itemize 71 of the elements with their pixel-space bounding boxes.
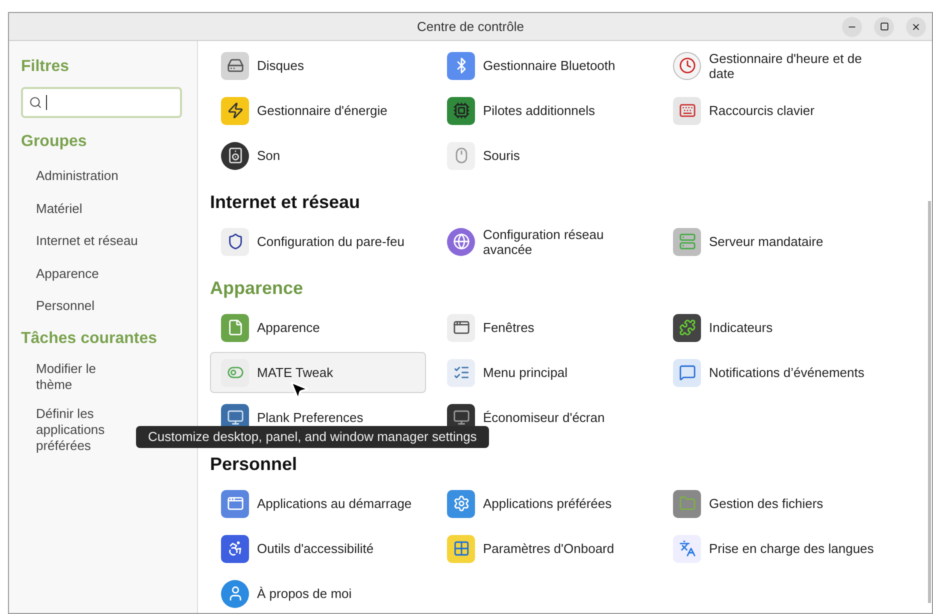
- shield-icon: [221, 228, 249, 256]
- applet-label[interactable]: Raccourcis clavier: [709, 103, 814, 118]
- applet-label[interactable]: Applications au démarrage: [257, 496, 412, 511]
- text-cursor: [46, 95, 47, 110]
- gear-icon: [447, 490, 475, 518]
- window-title: Centre de contrôle: [417, 18, 524, 36]
- section-heading: Personnel: [210, 453, 298, 476]
- chip-icon: [447, 96, 475, 124]
- applet-label[interactable]: Gestionnaire d'heure et de date: [709, 50, 877, 80]
- keys-icon: [447, 534, 475, 562]
- puzzle-icon: [673, 314, 701, 342]
- section-heading: Apparence: [210, 277, 304, 300]
- folder-icon: [673, 490, 701, 518]
- applet-label[interactable]: Gestionnaire Bluetooth: [483, 58, 616, 73]
- applet-label[interactable]: Gestion des fichiers: [709, 496, 824, 511]
- applet-label[interactable]: MATE Tweak: [257, 365, 334, 380]
- maximize-icon: [880, 22, 888, 31]
- applet-label[interactable]: Configuration du pare-feu: [257, 234, 404, 249]
- group-link[interactable]: Internet et réseau: [36, 225, 185, 258]
- applet-label[interactable]: Menu principal: [483, 365, 568, 380]
- mouse-icon: [447, 142, 475, 170]
- server-icon: [673, 228, 701, 256]
- applet-label[interactable]: Apparence: [257, 320, 320, 335]
- applet-label[interactable]: Souris: [483, 148, 520, 163]
- close-icon: [911, 22, 921, 32]
- applet-label[interactable]: Fenêtres: [483, 320, 534, 335]
- speaker-icon: [221, 142, 249, 170]
- toggle-icon: [221, 358, 249, 386]
- applet-label[interactable]: Notifications d’événements: [709, 365, 864, 380]
- window-icon: [221, 490, 249, 518]
- task-link[interactable]: Définir les applications préférées: [36, 406, 126, 454]
- applet-label[interactable]: Applications préférées: [483, 496, 612, 511]
- group-link[interactable]: Personnel: [36, 290, 185, 322]
- search-icon: [29, 96, 42, 109]
- windows-icon: [447, 314, 475, 342]
- user-icon: [221, 580, 249, 608]
- applet-launcher[interactable]: MATE Tweak: [210, 352, 426, 393]
- applet-label[interactable]: Économiseur d'écran: [483, 410, 605, 425]
- notification-icon: [673, 358, 701, 386]
- lightning-icon: [221, 96, 249, 124]
- page-icon: [221, 314, 249, 342]
- task-link[interactable]: Modifier le thème: [36, 360, 126, 392]
- tooltip: Customize desktop, panel, and window manager settings: [136, 426, 489, 448]
- applet-label[interactable]: Gestionnaire d'énergie: [257, 103, 388, 118]
- applet-label[interactable]: Prise en charge des langues: [709, 541, 874, 556]
- group-link[interactable]: Apparence: [36, 258, 185, 290]
- bluetooth-icon: [447, 52, 475, 80]
- applet-label[interactable]: Plank Preferences: [257, 410, 364, 425]
- applet-label[interactable]: Pilotes additionnels: [483, 103, 596, 118]
- keyboard-icon: [673, 96, 701, 124]
- sidebar-heading: Groupes: [21, 132, 88, 152]
- sidebar-heading: Filtres: [21, 57, 70, 77]
- language-icon: [673, 534, 701, 562]
- group-link[interactable]: Administration: [36, 160, 185, 192]
- clock-icon: [673, 52, 701, 80]
- applet-label[interactable]: Indicateurs: [709, 320, 773, 335]
- applet-label[interactable]: Son: [257, 148, 280, 163]
- applet-label[interactable]: Outils d'accessibilité: [257, 541, 374, 556]
- maximize-button[interactable]: [874, 16, 894, 36]
- section-heading: Internet et réseau: [210, 191, 362, 214]
- applet-label[interactable]: À propos de moi: [257, 586, 352, 601]
- applet-label[interactable]: Paramètres d'Onboard: [483, 541, 614, 556]
- globe-icon: [447, 228, 475, 256]
- applet-label[interactable]: Serveur mandataire: [709, 234, 824, 249]
- applet-label[interactable]: Disques: [257, 58, 304, 73]
- sidebar-heading: Tâches courantes: [21, 328, 158, 348]
- applet-label[interactable]: Configuration réseau avancée: [483, 226, 651, 256]
- search-field[interactable]: [21, 87, 182, 118]
- group-link[interactable]: Matériel: [36, 192, 185, 225]
- close-button[interactable]: [906, 16, 926, 36]
- accessibility-icon: [221, 534, 249, 562]
